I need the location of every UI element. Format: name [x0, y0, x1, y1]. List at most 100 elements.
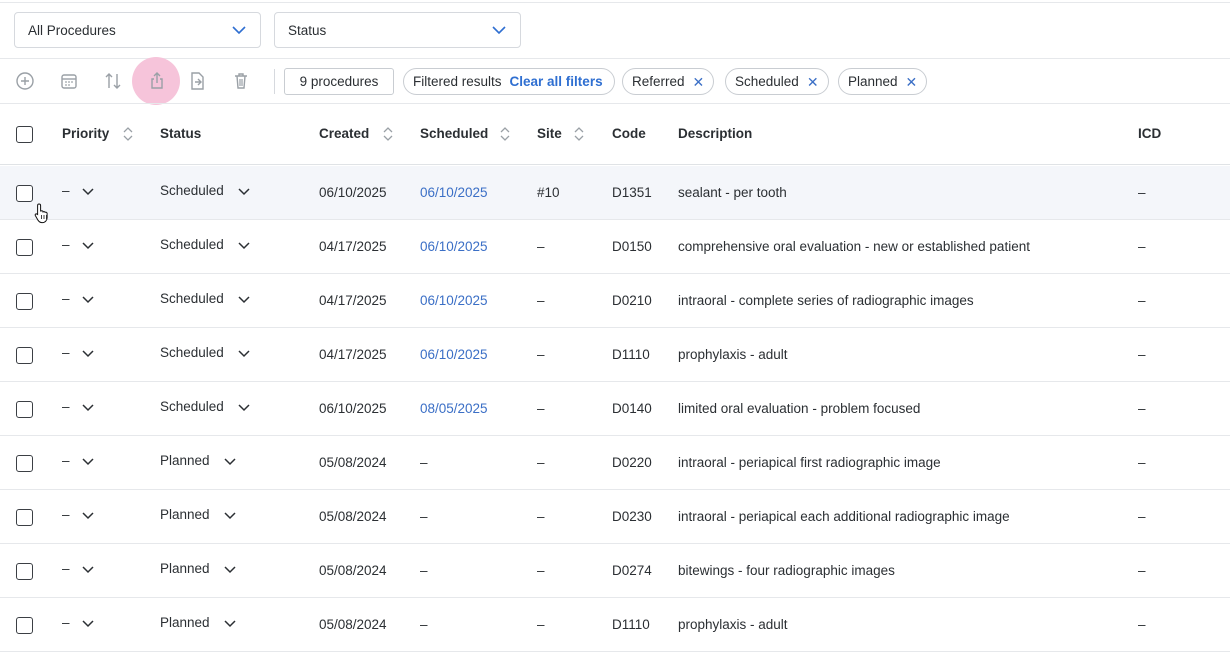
filter-chip-label: Planned [848, 74, 898, 89]
created-date: 05/08/2024 [319, 455, 387, 470]
table-row[interactable]: – Scheduled 04/17/2025 06/10/2025 – D0210 intr… [0, 274, 1230, 328]
row-checkbox[interactable] [16, 401, 33, 418]
priority-dropdown-chevron-down-icon[interactable] [81, 562, 95, 574]
sort-toggle-icon[interactable] [382, 124, 394, 144]
status-dropdown-chevron-down-icon[interactable] [237, 184, 251, 196]
status-dropdown-chevron-down-icon[interactable] [237, 346, 251, 358]
table-row[interactable]: – Planned 05/08/2024 – – D0230 intraoral - per… [0, 490, 1230, 544]
scheduled-date[interactable]: 06/10/2025 [420, 239, 488, 254]
status-value[interactable]: Planned [160, 615, 210, 630]
priority-dropdown-chevron-down-icon[interactable] [81, 508, 95, 520]
procedure-count-chip: 9 procedures [284, 68, 394, 95]
row-checkbox[interactable] [16, 455, 33, 472]
procedure-code: D1110 [612, 617, 650, 632]
schedule-button[interactable] [57, 69, 81, 93]
priority-dropdown-chevron-down-icon[interactable] [81, 292, 95, 304]
status-value[interactable]: Planned [160, 453, 210, 468]
priority-value: – [62, 507, 70, 522]
column-header-icd: ICD [1138, 126, 1162, 141]
scheduled-date: – [420, 509, 428, 524]
sort-toggle-icon[interactable] [573, 124, 585, 144]
status-dropdown-chevron-down-icon[interactable] [237, 400, 251, 412]
table-row[interactable]: – Planned 05/08/2024 – – D0220 intraoral - per… [0, 436, 1230, 490]
procedure-code: D1351 [612, 185, 652, 200]
status-value[interactable]: Scheduled [160, 237, 224, 252]
column-header-scheduled[interactable]: Scheduled [420, 126, 488, 141]
procedure-code: D1110 [612, 347, 650, 362]
close-icon[interactable]: ✕ [693, 75, 705, 89]
procedure-code: D0220 [612, 455, 652, 470]
status-value[interactable]: Scheduled [160, 399, 224, 414]
status-dropdown-chevron-down-icon[interactable] [223, 562, 237, 574]
status-dropdown-chevron-down-icon[interactable] [237, 292, 251, 304]
priority-value: – [62, 561, 70, 576]
priority-value: – [62, 291, 70, 306]
procedure-description: sealant - per tooth [678, 185, 787, 200]
priority-dropdown-chevron-down-icon[interactable] [81, 184, 95, 196]
created-date: 04/17/2025 [319, 239, 387, 254]
scheduled-date[interactable]: 08/05/2025 [420, 401, 488, 416]
priority-dropdown-chevron-down-icon[interactable] [81, 346, 95, 358]
scheduled-date[interactable]: 06/10/2025 [420, 293, 488, 308]
status-value[interactable]: Planned [160, 561, 210, 576]
created-date: 04/17/2025 [319, 347, 387, 362]
export-button[interactable] [185, 69, 209, 93]
table-row[interactable]: – Scheduled 04/17/2025 06/10/2025 – D0150 comp… [0, 220, 1230, 274]
delete-button[interactable] [229, 69, 253, 93]
status-value[interactable]: Planned [160, 507, 210, 522]
icd-value: – [1138, 401, 1146, 416]
priority-dropdown-chevron-down-icon[interactable] [81, 454, 95, 466]
share-button[interactable] [145, 69, 169, 93]
status-dropdown-chevron-down-icon[interactable] [223, 454, 237, 466]
status-dropdown-chevron-down-icon[interactable] [223, 616, 237, 628]
procedure-filter-select[interactable]: All Procedures [14, 12, 261, 48]
table-row[interactable]: – Planned 05/08/2024 – – D1110 prophylaxis - a… [0, 598, 1230, 652]
filter-chip-label: Scheduled [735, 74, 799, 89]
procedure-description: intraoral - periapical first radiographi… [678, 455, 941, 470]
sort-button[interactable] [101, 69, 125, 93]
scheduled-date[interactable]: 06/10/2025 [420, 347, 488, 362]
row-checkbox[interactable] [16, 563, 33, 580]
close-icon[interactable]: ✕ [807, 75, 819, 89]
status-dropdown-chevron-down-icon[interactable] [237, 238, 251, 250]
procedure-filter-value: All Procedures [28, 22, 116, 38]
export-file-icon [191, 72, 204, 90]
priority-value: – [62, 345, 70, 360]
procedure-description: comprehensive oral evaluation - new or e… [678, 239, 1030, 254]
status-filter-select[interactable]: Status [274, 12, 521, 48]
column-header-priority[interactable]: Priority [62, 126, 109, 141]
procedure-code: D0140 [612, 401, 652, 416]
close-icon[interactable]: ✕ [906, 75, 918, 89]
row-checkbox[interactable] [16, 185, 33, 202]
sort-toggle-icon[interactable] [122, 124, 134, 144]
column-header-site[interactable]: Site [537, 126, 562, 141]
site-value: – [537, 347, 545, 362]
priority-dropdown-chevron-down-icon[interactable] [81, 400, 95, 412]
select-all-checkbox[interactable] [16, 126, 33, 143]
status-dropdown-chevron-down-icon[interactable] [223, 508, 237, 520]
filter-chip-referred: Referred ✕ [622, 68, 715, 95]
row-checkbox[interactable] [16, 347, 33, 364]
status-value[interactable]: Scheduled [160, 291, 224, 306]
clear-all-filters-link[interactable]: Clear all filters [510, 74, 603, 89]
table-row[interactable]: – Planned 05/08/2024 – – D0274 bitewings - fou… [0, 544, 1230, 598]
row-checkbox[interactable] [16, 239, 33, 256]
sort-toggle-icon[interactable] [499, 124, 511, 144]
add-procedure-button[interactable] [13, 69, 37, 93]
site-value: – [537, 455, 545, 470]
status-value[interactable]: Scheduled [160, 183, 224, 198]
column-header-created[interactable]: Created [319, 126, 369, 141]
table-row[interactable]: – Scheduled 06/10/2025 06/10/2025 #10 D1351 se… [0, 166, 1230, 220]
row-checkbox[interactable] [16, 293, 33, 310]
table-row[interactable]: – Scheduled 04/17/2025 06/10/2025 – D1110 prop… [0, 328, 1230, 382]
priority-dropdown-chevron-down-icon[interactable] [81, 238, 95, 250]
scheduled-date[interactable]: 06/10/2025 [420, 185, 488, 200]
share-icon [151, 72, 163, 89]
row-checkbox[interactable] [16, 509, 33, 526]
priority-dropdown-chevron-down-icon[interactable] [81, 616, 95, 628]
status-value[interactable]: Scheduled [160, 345, 224, 360]
procedure-code: D0274 [612, 563, 652, 578]
table-row[interactable]: – Scheduled 06/10/2025 08/05/2025 – D0140 limi… [0, 382, 1230, 436]
icd-value: – [1138, 239, 1146, 254]
row-checkbox[interactable] [16, 617, 33, 634]
